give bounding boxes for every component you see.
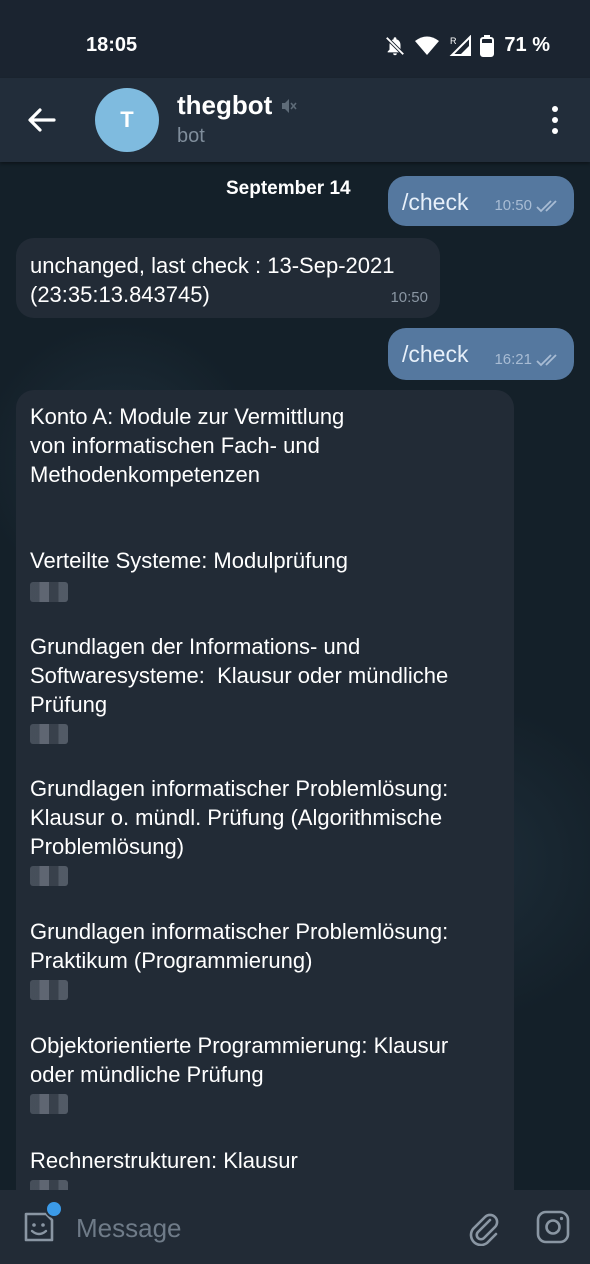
redacted-grade <box>30 980 68 1000</box>
message-text: /check <box>402 341 469 367</box>
double-check-icon <box>536 353 557 366</box>
status-bar: 18:05 R 71 % <box>0 0 590 78</box>
message-paragraph: Objektorientierte Programmierung: Klausu… <box>30 1033 449 1087</box>
attach-icon <box>469 1213 499 1247</box>
message-input[interactable] <box>74 1208 438 1248</box>
redacted-grade <box>30 1180 68 1190</box>
message-time: 10:50 <box>494 197 532 214</box>
battery-icon <box>480 34 495 57</box>
redacted-grade <box>30 582 68 602</box>
svg-text:R: R <box>450 36 457 46</box>
redacted-grade <box>30 866 68 886</box>
message-paragraph: Verteilte Systeme: Modulprüfung <box>30 548 348 573</box>
message-input-bar <box>0 1190 590 1264</box>
message-time: 10:50 <box>390 289 428 306</box>
battery-percent: 71 % <box>504 34 550 56</box>
incoming-message[interactable]: Konto A: Module zur Vermittlung von info… <box>16 390 514 1190</box>
message-paragraph: Grundlagen informatischer Problemlösung:… <box>30 919 449 973</box>
menu-dot <box>552 106 558 112</box>
bell-off-icon <box>385 35 405 56</box>
redacted-grade <box>30 724 68 744</box>
attach-button[interactable] <box>464 1208 502 1247</box>
notification-dot <box>45 1200 63 1218</box>
outgoing-message[interactable]: /check 10:50 <box>388 176 574 226</box>
chat-subtitle: bot <box>177 125 205 147</box>
date-separator: September 14 <box>226 178 351 199</box>
message-meta: 16:21 <box>494 345 562 374</box>
status-time: 18:05 <box>86 34 138 56</box>
message-list[interactable]: September 14 /check 10:50 unchanged, las… <box>0 162 590 1190</box>
menu-dot <box>552 128 558 134</box>
message-text: unchanged, last check : 13-Sep-2021 (23:… <box>30 253 395 307</box>
camera-button[interactable] <box>534 1208 572 1246</box>
message-meta: 10:50 <box>494 191 562 220</box>
back-arrow-icon <box>28 108 56 132</box>
wifi-icon <box>415 36 440 55</box>
double-check-icon <box>536 199 557 212</box>
message-text: /check <box>402 189 469 215</box>
outgoing-message[interactable]: /check 16:21 <box>388 328 574 380</box>
message-meta: 10:50 <box>390 283 428 312</box>
redacted-grade <box>30 1094 68 1114</box>
back-button[interactable] <box>22 100 62 140</box>
incoming-message[interactable]: unchanged, last check : 13-Sep-2021 (23:… <box>16 238 440 318</box>
chat-header: T thegbot bot <box>0 78 590 162</box>
roaming-signal-icon: R <box>449 34 472 56</box>
message-paragraph: Konto A: Module zur Vermittlung von info… <box>30 404 345 487</box>
message-paragraph: Rechnerstrukturen: Klausur <box>30 1148 298 1173</box>
message-time: 16:21 <box>494 351 532 368</box>
more-vert-icon[interactable] <box>540 100 570 140</box>
avatar[interactable]: T <box>95 88 159 152</box>
status-icons: R 71 % <box>384 34 550 57</box>
message-paragraph: Grundlagen informatischer Problemlösung:… <box>30 776 449 859</box>
chat-title: thegbot <box>177 90 273 120</box>
chat-title-group[interactable]: thegbot <box>177 90 298 121</box>
camera-icon <box>536 1210 570 1244</box>
muted-icon <box>282 98 297 113</box>
telegram-chat-screen: 18:05 R 71 % T thegbot bot September 14 … <box>0 0 590 1264</box>
menu-dot <box>552 117 558 123</box>
message-paragraph: Grundlagen der Informations- und Softwar… <box>30 634 449 717</box>
